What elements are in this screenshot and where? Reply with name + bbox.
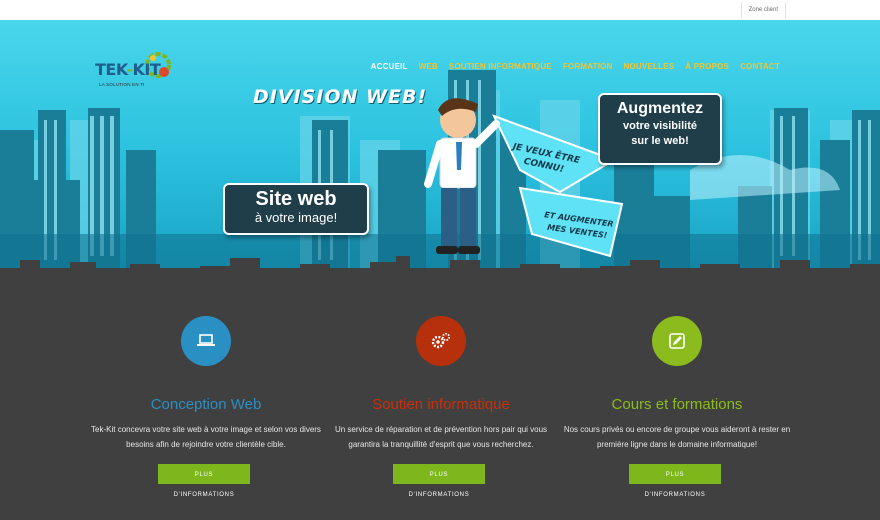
- division-web-heading: DIVISION WEB!: [253, 86, 428, 108]
- edit-icon: [669, 333, 685, 349]
- site-web-sign-line2: à votre image!: [254, 210, 338, 225]
- feature-description: Nos cours privés ou encore de groupe vou…: [563, 425, 791, 449]
- nav-contact[interactable]: CONTACT: [740, 62, 780, 71]
- feature-icon-circle: [652, 316, 702, 366]
- skyline-silhouette: [0, 256, 880, 300]
- augmentez-sign-line3: sur le web!: [631, 135, 689, 147]
- top-utility-bar: Zone client: [0, 0, 880, 21]
- feature-soutien-informatique: Soutien informatique Un service de répar…: [321, 300, 561, 498]
- logo-tagline: LA SOLUTION EN TI: [99, 82, 145, 87]
- hero-banner: TEK-KIT LA SOLUTION EN TI ACCUEIL WEB SO…: [0, 20, 880, 268]
- augmentez-sign: Augmentez votre visibilité sur le web!: [598, 93, 722, 165]
- nav-a-propos[interactable]: À PROPOS: [685, 62, 729, 71]
- site-web-sign-line1: Site web: [255, 188, 337, 210]
- feature-title: Soutien informatique: [372, 396, 510, 413]
- site-web-sign: Site web à votre image!: [223, 183, 369, 235]
- logo-wordmark: TEK-KIT: [95, 60, 161, 79]
- feature-title: Cours et formations: [611, 396, 743, 413]
- nav-soutien-informatique[interactable]: SOUTIEN INFORMATIQUE: [449, 62, 552, 71]
- main-navigation: ACCUEIL WEB SOUTIEN INFORMATIQUE FORMATI…: [371, 62, 780, 71]
- nav-accueil[interactable]: ACCUEIL: [371, 62, 408, 71]
- feature-icon-circle: [416, 316, 466, 366]
- more-info-button[interactable]: PLUS D'INFORMATIONS: [629, 464, 721, 498]
- laptop-icon: [197, 334, 215, 346]
- feature-title: Conception Web: [150, 396, 262, 413]
- feature-icon-circle: [181, 316, 231, 366]
- augmentez-sign-line1: Augmentez: [616, 100, 704, 117]
- nav-web[interactable]: WEB: [419, 62, 438, 71]
- augmentez-sign-line2: votre visibilité: [623, 120, 697, 132]
- feature-cours-formations: Cours et formations Nos cours privés ou …: [557, 300, 797, 498]
- nav-formation[interactable]: FORMATION: [563, 62, 613, 71]
- features-section: Conception Web Tek-Kit concevra votre si…: [0, 300, 880, 520]
- nav-nouvelles[interactable]: NOUVELLES: [624, 62, 675, 71]
- feature-description: Un service de réparation et de préventio…: [334, 425, 548, 449]
- more-info-button[interactable]: PLUS D'INFORMATIONS: [158, 464, 250, 498]
- feature-conception-web: Conception Web Tek-Kit concevra votre si…: [86, 300, 326, 498]
- feature-description: Tek-Kit concevra votre site web à votre …: [91, 425, 321, 449]
- gears-icon: [431, 332, 451, 349]
- zone-client-link[interactable]: Zone client: [740, 2, 786, 18]
- tek-kit-logo[interactable]: TEK-KIT LA SOLUTION EN TI: [95, 46, 175, 94]
- more-info-button[interactable]: PLUS D'INFORMATIONS: [393, 464, 485, 498]
